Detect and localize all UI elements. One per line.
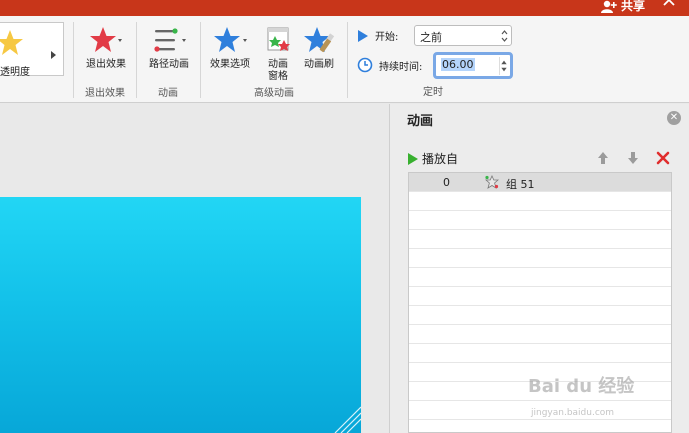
empty-row xyxy=(409,192,671,211)
path-animation-label: 路径动画 xyxy=(149,59,189,70)
move-down-arrow-icon[interactable] xyxy=(625,150,641,166)
move-up-arrow-icon[interactable] xyxy=(595,150,611,166)
animation-pane-label-1: 动画 xyxy=(268,59,288,70)
exit-effect-button[interactable]: 退出效果 xyxy=(80,26,132,71)
animation-painter-label: 动画刷 xyxy=(304,59,334,70)
clock-icon xyxy=(357,57,373,73)
close-pane-icon[interactable]: ✕ xyxy=(667,111,681,125)
empty-row xyxy=(409,344,671,363)
duration-value[interactable]: 06.00 xyxy=(441,58,475,71)
effect-options-button[interactable]: 效果选项 xyxy=(205,26,255,71)
group-advanced: 效果选项 动画 窗格 动画刷 高级动画 xyxy=(201,16,347,103)
item-index: 0 xyxy=(443,176,450,189)
chevron-up-icon xyxy=(663,0,675,6)
transparency-star-icon xyxy=(0,30,23,55)
up-down-chevron-icon xyxy=(501,30,508,42)
duration-input[interactable]: 06.00 xyxy=(433,52,513,79)
empty-row xyxy=(409,287,671,306)
watermark-brand: Bai du 经验 xyxy=(528,376,635,397)
group-label-animation: 动画 xyxy=(158,88,178,99)
start-label: 开始: xyxy=(375,32,399,43)
share-button[interactable]: 共享 xyxy=(600,0,645,14)
animation-painter-button[interactable]: 动画刷 xyxy=(299,26,339,71)
play-from-label: 播放自 xyxy=(422,152,459,166)
play-from-button[interactable]: 播放自 xyxy=(408,150,458,167)
animation-painter-icon xyxy=(304,27,335,53)
start-row: 开始: xyxy=(357,28,398,43)
empty-row xyxy=(409,230,671,249)
slide-canvas[interactable] xyxy=(0,197,361,433)
empty-row xyxy=(409,268,671,287)
ribbon: 透明度 退出效果 退出效果 路径动画 动画 效果选项 动画 窗格 动画刷 高级动… xyxy=(0,16,689,103)
gallery-next-icon[interactable] xyxy=(51,51,56,59)
share-label: 共享 xyxy=(620,0,645,13)
empty-row xyxy=(409,325,671,344)
duration-stepper-icon[interactable] xyxy=(499,57,508,75)
group-animation: 路径动画 动画 xyxy=(137,16,199,103)
blue-star-icon xyxy=(214,27,247,52)
effect-options-label: 效果选项 xyxy=(210,59,250,70)
effect-gallery[interactable]: 透明度 xyxy=(0,22,64,78)
group-label-timing: 定时 xyxy=(423,87,443,98)
empty-row xyxy=(409,211,671,230)
watermark-url: jingyan.baidu.com xyxy=(531,408,615,418)
empty-row xyxy=(409,249,671,268)
path-animation-button[interactable]: 路径动画 xyxy=(143,26,195,71)
title-bar: 共享 xyxy=(0,0,689,16)
path-lines-icon xyxy=(154,28,186,52)
start-play-icon xyxy=(358,29,368,42)
duration-label: 持续时间: xyxy=(379,61,423,73)
group-label-exit: 退出效果 xyxy=(85,88,125,99)
animation-pane-label-2: 窗格 xyxy=(268,71,288,82)
gallery-item-label: 透明度 xyxy=(0,67,30,78)
corner-stripes-decoration xyxy=(334,406,361,433)
delete-x-icon[interactable] xyxy=(655,150,671,166)
slide-editor-area xyxy=(0,104,389,433)
exit-star-icon xyxy=(90,27,122,52)
empty-row xyxy=(409,306,671,325)
animation-pane-icon xyxy=(267,27,290,51)
item-name: 组 51 xyxy=(506,178,535,191)
duration-row: 持续时间: xyxy=(357,57,422,73)
start-select-value: 之前 xyxy=(420,31,442,44)
add-person-icon xyxy=(600,0,617,13)
pane-title: 动画 xyxy=(407,114,434,129)
group-label-advanced: 高级动画 xyxy=(254,88,294,99)
list-item[interactable]: 0 组 51 xyxy=(409,173,671,192)
start-select[interactable]: 之前 xyxy=(414,25,512,46)
play-icon xyxy=(408,152,418,165)
collapse-ribbon-icon[interactable] xyxy=(663,0,675,10)
exit-effect-label: 退出效果 xyxy=(86,59,126,70)
group-exit: 退出效果 退出效果 xyxy=(74,16,136,103)
animation-pane-button[interactable]: 动画 窗格 xyxy=(259,26,297,83)
entrance-star-icon xyxy=(485,175,499,189)
